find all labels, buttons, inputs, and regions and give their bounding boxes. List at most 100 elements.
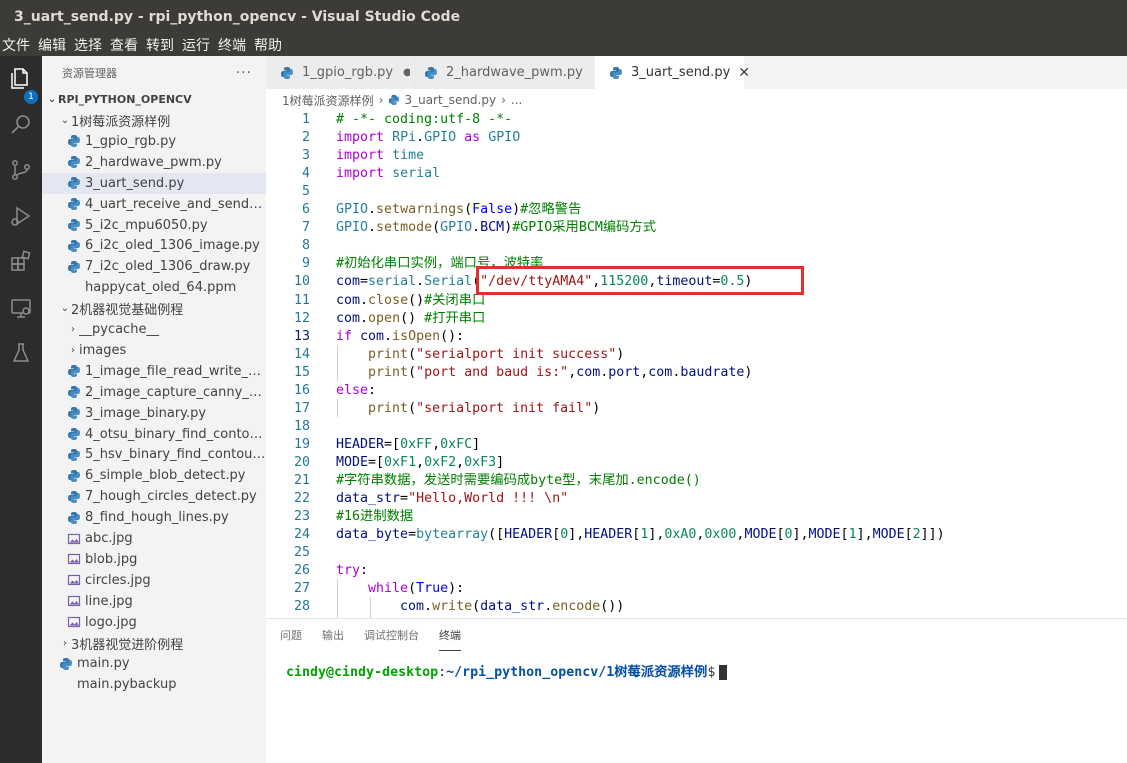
file-item[interactable]: main.py (42, 653, 266, 674)
tab-terminal[interactable]: 终端 (439, 619, 461, 651)
explorer-icon[interactable]: 1 (6, 64, 38, 104)
file-item[interactable]: happycat_oled_64.ppm (42, 277, 266, 298)
file-item[interactable]: 8_find_hough_lines.py (42, 507, 266, 528)
line-number: 7 (301, 220, 310, 236)
remote-explorer-icon[interactable] (6, 293, 36, 323)
folder-item[interactable]: ⌄ 2机器视觉基础例程 (42, 298, 266, 319)
file-item[interactable]: logo.jpg (42, 612, 266, 633)
code-token: =[ (368, 454, 385, 470)
menu-edit[interactable]: 编辑 (36, 35, 70, 55)
source-control-icon[interactable] (6, 155, 36, 185)
file-item[interactable]: 1_gpio_rgb.py (42, 131, 266, 152)
file-item[interactable]: 5_hsv_binary_find_contours.... (42, 444, 266, 465)
file-item[interactable]: 7_hough_circles_detect.py (42, 486, 266, 507)
file-item[interactable]: 1_image_file_read_write_spl... (42, 361, 266, 382)
menu-view[interactable]: 查看 (108, 35, 142, 55)
tree-item-label: 6_simple_blob_detect.py (85, 468, 246, 484)
code-token: as (464, 130, 481, 146)
line-number: 14 (293, 346, 310, 362)
code-text: print("serialport init fail") (336, 400, 600, 418)
tab-1-gpio-rgb[interactable]: 1_gpio_rgb.py ● (266, 56, 412, 89)
tree-item-label: 3机器视觉进阶例程 (71, 637, 184, 653)
code-token: = (400, 491, 409, 507)
code-token: while (368, 581, 409, 597)
terminal-prompt-line[interactable]: cindy@cindy-desktop:~/rpi_python_opencv/… (286, 661, 728, 680)
code-token: RPi (392, 130, 417, 146)
code-token: ) (592, 400, 601, 416)
menu-selection[interactable]: 选择 (72, 35, 106, 55)
code-token: print (368, 400, 409, 416)
file-item[interactable]: 3_image_binary.py (42, 403, 266, 424)
code-token: . (544, 599, 553, 615)
line-number: 10 (293, 274, 310, 290)
file-item[interactable]: 7_i2c_oled_1306_draw.py (42, 256, 266, 277)
code-line: 6 GPIO.setwarnings(False)#忽略警告 (266, 201, 1127, 219)
file-item[interactable]: main.pybackup (42, 674, 266, 695)
folder-item[interactable]: ⌄ 1树莓派资源样例 (42, 110, 266, 131)
file-item[interactable]: circles.jpg (42, 570, 266, 591)
folder-item[interactable]: › 3机器视觉进阶例程 (42, 633, 266, 654)
more-actions-button[interactable]: ··· (236, 65, 252, 81)
workspace-root[interactable]: ⌄ RPI_PYTHON_OPENCV (42, 89, 266, 110)
code-token: time (392, 148, 425, 164)
breadcrumb-symbols[interactable]: ... (511, 93, 522, 107)
folder-item[interactable]: › __pycache__ (42, 319, 266, 340)
tree-item-label: 3_image_binary.py (85, 405, 207, 421)
code-token: data_str (480, 599, 545, 615)
bottom-panel: 问题 输出 调试控制台 终端 cindy@cindy-desktop:~/rpi… (266, 618, 1127, 763)
menu-run[interactable]: 运行 (180, 35, 214, 55)
tree-item-label: logo.jpg (85, 614, 137, 630)
file-item[interactable]: blob.jpg (42, 549, 266, 570)
breadcrumb-file[interactable]: 3_uart_send.py (404, 93, 496, 107)
menu-terminal[interactable]: 终端 (216, 35, 250, 55)
tab-debug-console[interactable]: 调试控制台 (364, 619, 419, 651)
code-token: MODE (336, 454, 369, 470)
code-token: port (608, 364, 641, 380)
file-item[interactable]: 2_image_capture_canny_sh... (42, 382, 266, 403)
code-text: data_str="Hello,World !!! \n" (336, 490, 568, 508)
code-token: #忽略警告 (520, 202, 582, 218)
file-item[interactable]: abc.jpg (42, 528, 266, 549)
file-item[interactable]: 2_hardwave_pwm.py (42, 152, 266, 173)
menu-file[interactable]: 文件 (0, 35, 34, 55)
search-icon[interactable] (6, 109, 36, 139)
code-token: (): (440, 328, 465, 344)
panel-tabs: 问题 输出 调试控制台 终端 (266, 619, 1127, 651)
testing-flask-icon[interactable] (6, 338, 36, 368)
file-item[interactable]: 3_uart_send.py (42, 172, 266, 194)
tree-item-label: 2_hardwave_pwm.py (85, 154, 222, 170)
code-token: data_str (336, 491, 401, 507)
code-text: #16进制数据 (336, 508, 413, 526)
tab-problems[interactable]: 问题 (280, 619, 302, 651)
file-item[interactable]: 4_otsu_binary_find_contour... (42, 424, 266, 445)
file-item[interactable]: 6_i2c_oled_1306_image.py (42, 235, 266, 256)
run-debug-icon[interactable] (6, 201, 36, 231)
menu-go[interactable]: 转到 (144, 35, 178, 55)
line-number: 13 (293, 328, 310, 344)
file-item[interactable]: 6_simple_blob_detect.py (42, 465, 266, 486)
code-token: 0xFC (440, 436, 473, 452)
code-token: MODE (872, 527, 905, 543)
tab-output[interactable]: 输出 (322, 619, 344, 651)
tree-item-label: 7_i2c_oled_1306_draw.py (85, 259, 251, 275)
file-item[interactable]: 4_uart_receive_and_send.py (42, 194, 266, 215)
breadcrumb-folder[interactable]: 1树莓派资源样例 (282, 92, 374, 109)
code-token: ( (408, 346, 417, 362)
code-token: ]]) (920, 527, 945, 543)
folder-item[interactable]: › images (42, 340, 266, 361)
editor-tabs: 1_gpio_rgb.py ● 2_hardwave_pwm.py 3_uart… (266, 56, 1127, 89)
close-icon[interactable]: ✕ (738, 65, 750, 81)
tab-3-uart-send[interactable]: 3_uart_send.py ✕ (595, 56, 750, 89)
tab-2-hardwave-pwm[interactable]: 2_hardwave_pwm.py (410, 56, 595, 89)
code-token: serial (368, 274, 417, 290)
menu-help[interactable]: 帮助 (252, 35, 286, 55)
extensions-icon[interactable] (6, 246, 36, 276)
python-file-icon (68, 219, 80, 231)
code-editor[interactable]: 1 # -*- coding:utf-8 -*- 2 import RPi.GPIO … (266, 111, 1127, 618)
code-text: com.open() #打开串口 (336, 310, 485, 328)
file-item[interactable]: 5_i2c_mpu6050.py (42, 215, 266, 236)
file-item[interactable]: line.jpg (42, 591, 266, 612)
